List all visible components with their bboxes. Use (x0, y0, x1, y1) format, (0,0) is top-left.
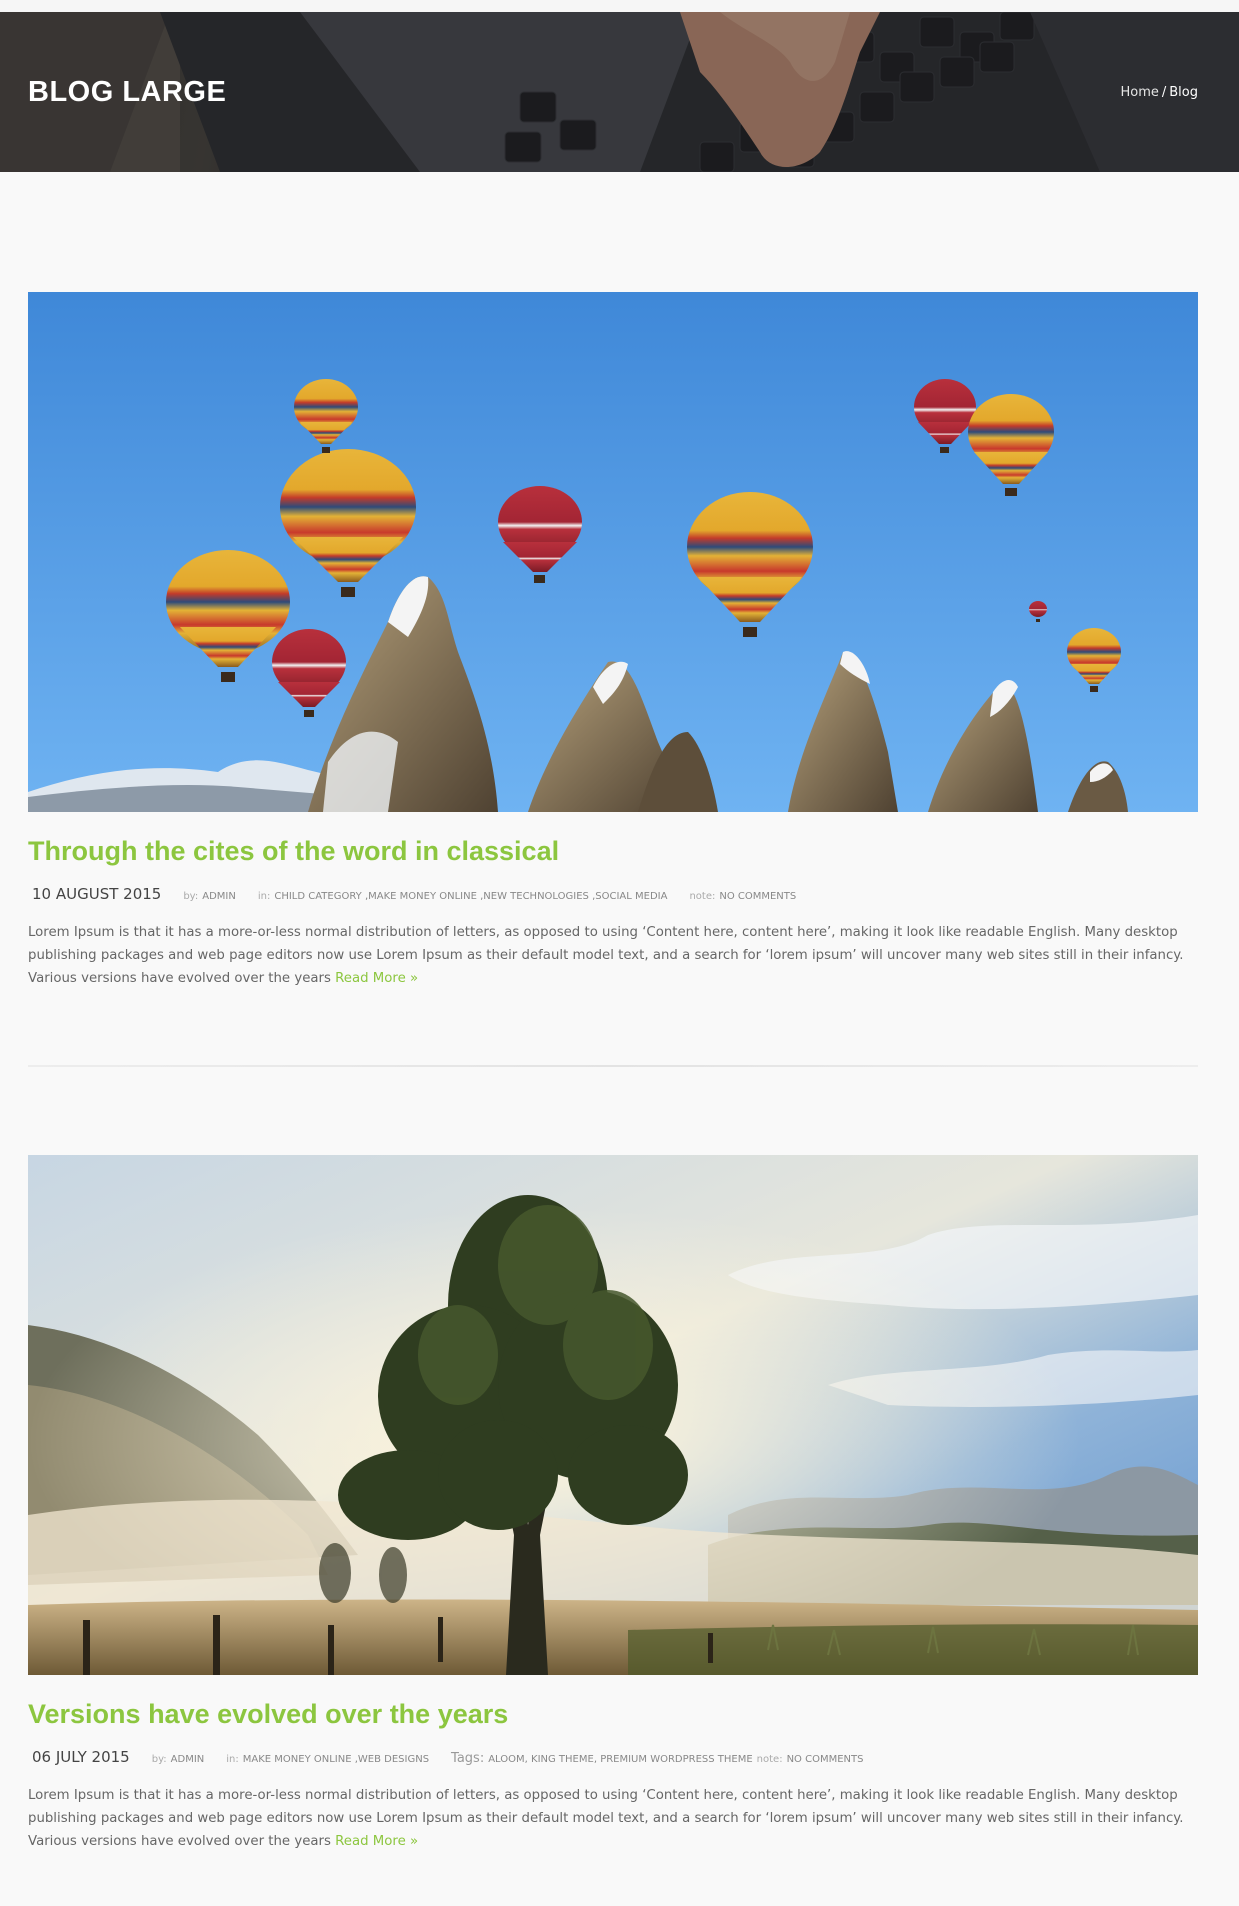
post-date: 06 JULY 2015 (32, 1748, 130, 1766)
category-link[interactable]: CHILD CATEGORY (274, 891, 361, 902)
post-divider (28, 1065, 1198, 1067)
post-meta: 06 JULY 2015 by: ADMIN in: MAKE MONEY ONLI… (28, 1747, 1198, 1766)
comments-link[interactable]: NO COMMENTS (787, 1754, 864, 1765)
tag-link[interactable]: ALOOM (488, 1754, 524, 1765)
meta-in-label: in: (226, 1754, 239, 1765)
tag-link[interactable]: KING THEME (525, 1754, 594, 1765)
post-image-tree (28, 1155, 1198, 1675)
category-link[interactable]: NEW TECHNOLOGIES (477, 891, 589, 902)
post-image-balloons (28, 292, 1198, 812)
tags-label: Tags: (451, 1751, 485, 1766)
post-image-link[interactable] (28, 292, 1198, 812)
breadcrumb-separator: / (1161, 85, 1167, 100)
post-excerpt-text: Lorem Ipsum is that it has a more-or-les… (28, 925, 1184, 986)
category-link[interactable]: WEB DESIGNS (352, 1754, 430, 1765)
meta-in-label: in: (257, 891, 271, 902)
tag-link[interactable]: PREMIUM WORDPRESS THEME (594, 1754, 753, 1765)
author-link[interactable]: ADMIN (202, 891, 236, 902)
meta-note-label: note: (756, 1754, 783, 1765)
breadcrumb-current: Blog (1169, 85, 1198, 100)
category-link[interactable]: MAKE MONEY ONLINE (243, 1754, 352, 1765)
blog-post: Through the cites of the word in classic… (28, 292, 1198, 990)
meta-note-label: note: (689, 891, 716, 902)
read-more-link[interactable]: Read More » (335, 1834, 418, 1849)
author-link[interactable]: ADMIN (171, 1754, 205, 1765)
post-excerpt-text: Lorem Ipsum is that it has a more-or-les… (28, 1788, 1184, 1849)
post-title-link[interactable]: Versions have evolved over the years (28, 1698, 1198, 1730)
blog-post: Versions have evolved over the years 06 … (28, 1155, 1198, 1853)
category-link[interactable]: SOCIAL MEDIA (589, 891, 668, 902)
page-title: BLOG LARGE (28, 76, 227, 108)
post-title-link[interactable]: Through the cites of the word in classic… (28, 835, 1198, 867)
meta-by-label: by: (151, 1754, 167, 1765)
post-image-link[interactable] (28, 1155, 1198, 1675)
post-excerpt: Lorem Ipsum is that it has a more-or-les… (28, 921, 1198, 990)
top-strip (0, 0, 1239, 12)
breadcrumb: Home / Blog (1120, 85, 1198, 100)
breadcrumb-home-link[interactable]: Home (1120, 85, 1158, 100)
read-more-link[interactable]: Read More » (335, 971, 418, 986)
page-header-banner: BLOG LARGE Home / Blog (0, 12, 1239, 172)
comments-link[interactable]: NO COMMENTS (719, 891, 796, 902)
category-link[interactable]: MAKE MONEY ONLINE (362, 891, 477, 902)
post-excerpt: Lorem Ipsum is that it has a more-or-les… (28, 1784, 1198, 1853)
meta-by-label: by: (183, 891, 199, 902)
post-date: 10 AUGUST 2015 (32, 885, 162, 903)
post-meta: 10 AUGUST 2015 by: ADMIN in: CHILD CATEGOR… (28, 884, 1198, 903)
